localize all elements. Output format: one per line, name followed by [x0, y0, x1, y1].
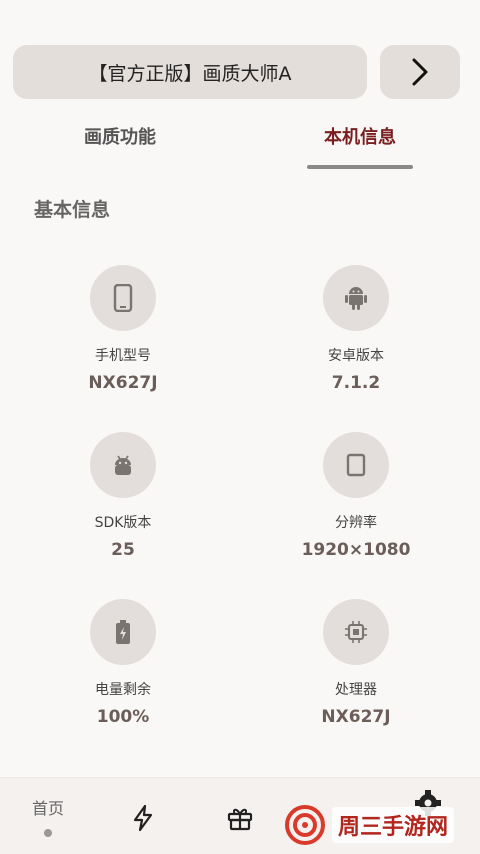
info-label: 电量剩余 [95, 682, 151, 698]
info-value: 1920×1080 [301, 540, 411, 560]
info-label: 手机型号 [95, 348, 151, 364]
info-value: 100% [96, 707, 150, 727]
lightning-icon [133, 804, 153, 832]
info-processor: 处理器 NX627J [261, 599, 451, 739]
chevron-right-icon [412, 58, 428, 86]
tab-indicator [307, 165, 413, 169]
info-sdk-version: SDK版本 25 [28, 432, 218, 572]
app-title: 【官方正版】画质大师A [88, 62, 292, 85]
section-title: 基本信息 [34, 199, 111, 221]
watermark: 周三手游网 [284, 800, 480, 850]
tab-device-info[interactable]: 本机信息 [290, 118, 430, 158]
phone-icon [90, 265, 156, 331]
chip-icon [323, 599, 389, 665]
info-value: 7.1.2 [331, 373, 381, 393]
tab-quality-functions[interactable]: 画质功能 [40, 118, 200, 158]
android-head-icon [90, 432, 156, 498]
android-icon [323, 265, 389, 331]
nav-home-label: 首页 [31, 799, 64, 818]
info-label: 处理器 [335, 682, 377, 698]
top-bar: 【官方正版】画质大师A [13, 45, 460, 99]
screen-icon [323, 432, 389, 498]
battery-icon [90, 599, 156, 665]
gift-icon [227, 808, 253, 831]
info-label: SDK版本 [94, 515, 152, 531]
nav-gift[interactable] [210, 778, 270, 854]
next-button[interactable] [380, 45, 460, 99]
nav-boost[interactable] [113, 778, 173, 854]
tab-bar: 画质功能 本机信息 [0, 118, 480, 170]
nav-active-dot [44, 829, 52, 837]
watermark-logo-icon [285, 805, 325, 845]
info-android-version: 安卓版本 7.1.2 [261, 265, 451, 405]
info-phone-model: 手机型号 NX627J [28, 265, 218, 405]
info-label: 安卓版本 [328, 348, 384, 364]
watermark-text: 周三手游网 [332, 807, 455, 843]
info-value: NX627J [321, 707, 391, 727]
info-label: 分辨率 [335, 515, 377, 531]
info-resolution: 分辨率 1920×1080 [261, 432, 451, 572]
nav-home[interactable]: 首页 [18, 778, 78, 854]
info-value: 25 [111, 540, 135, 560]
app-title-button[interactable]: 【官方正版】画质大师A [13, 45, 367, 99]
info-value: NX627J [88, 373, 158, 393]
info-battery: 电量剩余 100% [28, 599, 218, 739]
